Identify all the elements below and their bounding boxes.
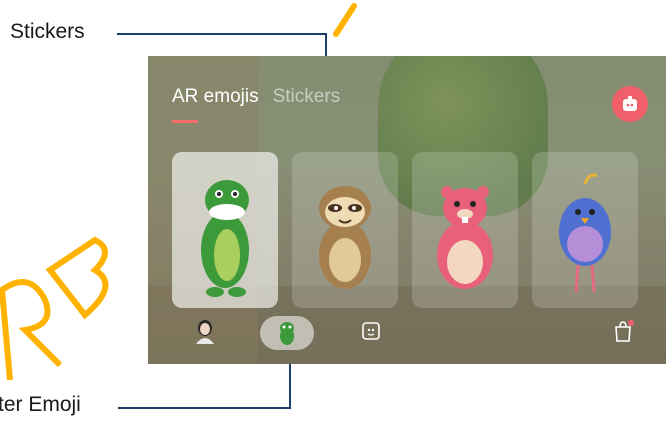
emoji-card-list [172, 152, 638, 308]
purple-bird-icon [559, 173, 611, 293]
person-avatar-icon [196, 320, 214, 344]
character-emoji-button[interactable] [260, 316, 314, 350]
character-emoji-callout-line [118, 407, 291, 409]
tab-ar-emojis[interactable]: AR emojis [172, 86, 259, 108]
emoji-card-sloth[interactable] [292, 152, 398, 308]
my-emoji-button[interactable] [192, 316, 218, 346]
emoji-card-dinosaur[interactable] [172, 152, 278, 308]
dinosaur-icon [201, 180, 249, 297]
tab-bar: AR emojis Stickers [172, 86, 340, 108]
watermark-logo [0, 236, 109, 380]
emoji-card-pink-beaver[interactable] [412, 152, 518, 308]
shopping-bag-icon [615, 320, 634, 342]
shop-button[interactable] [610, 316, 636, 346]
emoji-face-add-icon [623, 96, 637, 111]
sticker-frame-icon [362, 322, 380, 340]
stickers-callout-label: Stickers [10, 20, 85, 43]
orange-pen-mark [333, 3, 357, 37]
create-emoji-button[interactable] [612, 86, 648, 122]
bottom-toolbar [148, 306, 666, 364]
sloth-icon [319, 186, 371, 289]
pink-beaver-icon [437, 186, 493, 289]
dinosaur-small-icon [280, 322, 294, 345]
tab-stickers[interactable]: Stickers [273, 86, 341, 108]
ar-emoji-screen: AR emojis Stickers [148, 56, 666, 364]
emoji-card-purple-bird[interactable] [532, 152, 638, 308]
sticker-gallery-button[interactable] [358, 316, 384, 346]
active-tab-indicator [172, 120, 198, 123]
stickers-callout-line [117, 33, 327, 35]
character-emoji-callout-label: ter Emoji [0, 393, 81, 416]
